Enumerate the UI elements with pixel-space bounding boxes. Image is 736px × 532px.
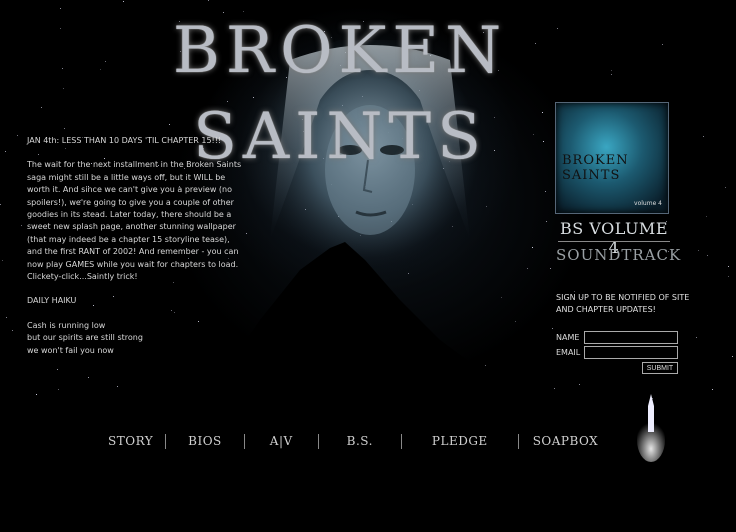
star <box>41 107 42 108</box>
star <box>543 141 544 142</box>
haiku-line: but our spirits are still strong <box>27 333 143 343</box>
news-column: JAN 4th: LESS THAN 10 DAYS 'TIL CHAPTER … <box>27 135 242 369</box>
nav-divider <box>517 433 519 449</box>
nav-bios[interactable]: BIOS <box>188 434 222 448</box>
nav-divider <box>400 433 402 449</box>
news-heading: JAN 4th: LESS THAN 10 DAYS 'TIL CHAPTER … <box>27 136 222 145</box>
signup-text: SIGN UP TO BE NOTIFIED OF SITE AND CHAPT… <box>556 293 690 314</box>
news-body: The wait for the next installment in the… <box>27 160 242 282</box>
nav-divider <box>165 433 167 449</box>
star <box>494 150 495 151</box>
star <box>62 68 63 69</box>
haiku-line: Cash is running low <box>27 320 106 330</box>
star <box>0 204 1 205</box>
star <box>169 124 170 125</box>
nav-divider <box>243 433 245 449</box>
name-label: NAME <box>556 333 580 342</box>
star <box>662 44 663 45</box>
star <box>725 187 726 188</box>
star <box>533 134 534 135</box>
star <box>64 128 65 129</box>
nav-divider <box>317 433 319 449</box>
star <box>5 151 6 152</box>
rocket-icon <box>637 394 665 462</box>
email-input[interactable] <box>584 346 678 359</box>
name-input[interactable] <box>584 331 678 344</box>
star <box>611 70 612 71</box>
star <box>60 28 61 29</box>
album-cover-title: BROKEN SAINTS <box>562 153 629 183</box>
star <box>706 216 707 217</box>
star <box>17 135 18 136</box>
nav-soapbox[interactable]: SOAPBOX <box>533 434 599 448</box>
nav-pledge[interactable]: PLEDGE <box>432 434 488 448</box>
star <box>546 221 547 222</box>
album-subtitle[interactable]: SOUNDTRACK <box>556 246 680 264</box>
star <box>60 8 61 9</box>
email-label: EMAIL <box>556 348 581 357</box>
site-logo[interactable]: BROKEN SAINTS <box>70 8 610 174</box>
star <box>63 88 64 89</box>
star <box>21 225 22 226</box>
haiku-line: we won't fail you now <box>27 345 114 355</box>
star <box>542 112 543 113</box>
album-divider <box>558 241 670 242</box>
star <box>208 0 209 1</box>
nav-av[interactable]: A|V <box>270 434 293 448</box>
star <box>494 117 495 118</box>
star <box>545 191 546 192</box>
nav-bs[interactable]: B.S. <box>347 434 373 448</box>
haiku-title: DAILY HAIKU <box>27 296 77 306</box>
page-stage: BROKEN SAINTS JAN 4th: LESS THAN 10 DAYS… <box>0 0 736 532</box>
star <box>123 1 124 2</box>
album-cover-mark: volume 4 <box>634 200 662 207</box>
haiku: Cash is running low but our spirits are … <box>27 320 242 357</box>
star <box>703 136 704 137</box>
main-nav: STORY BIOS A|V B.S. PLEDGE SOAPBOX <box>96 430 612 452</box>
submit-button[interactable]: SUBMIT <box>642 362 678 374</box>
star <box>611 74 612 75</box>
album-cover[interactable]: BROKEN SAINTS volume 4 <box>555 102 669 214</box>
nav-story[interactable]: STORY <box>108 434 153 448</box>
